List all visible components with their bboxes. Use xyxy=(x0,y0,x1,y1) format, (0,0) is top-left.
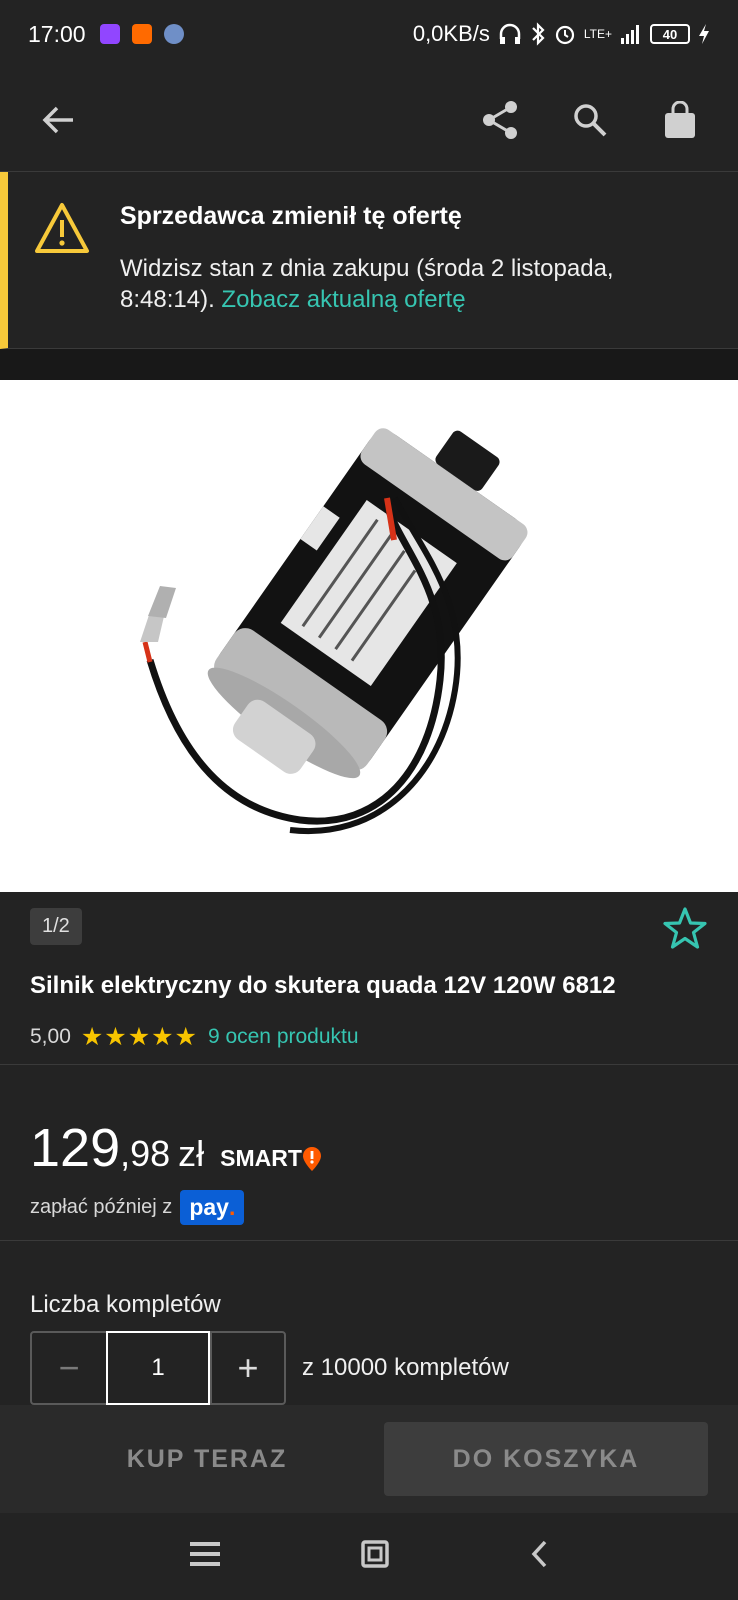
quantity-label: Liczba kompletów xyxy=(30,1291,221,1318)
star-outline-icon xyxy=(663,907,707,949)
add-to-cart-button[interactable]: DO KOSZYKA xyxy=(384,1422,708,1496)
status-bar: 17:00 0,0KB/s LTE+ 40 xyxy=(0,0,738,68)
quantity-section: Liczba kompletów − 1 + z 10000 kompletów xyxy=(0,1241,738,1405)
smart-badge: SMART xyxy=(220,1145,322,1172)
menu-icon xyxy=(190,1542,220,1566)
price: 129 ,98 zł SMART xyxy=(30,1117,322,1179)
pay-logo: pay. xyxy=(180,1190,245,1225)
increase-quantity-button[interactable]: + xyxy=(210,1333,284,1403)
available-quantity: z 10000 kompletów xyxy=(302,1354,509,1381)
share-button[interactable] xyxy=(470,90,530,150)
quantity-stepper: − 1 + xyxy=(30,1331,286,1405)
decrease-quantity-button[interactable]: − xyxy=(32,1333,106,1403)
cart-button[interactable] xyxy=(650,90,710,150)
notice-title: Sprzedawca zmienił tę ofertę xyxy=(120,202,462,230)
status-right: 0,0KB/s LTE+ 40 xyxy=(413,21,710,47)
charging-icon xyxy=(699,24,709,44)
arrow-left-icon xyxy=(42,106,73,133)
image-counter: 1/2 xyxy=(30,908,82,945)
offer-changed-notice: Sprzedawca zmienił tę ofertę Widzisz sta… xyxy=(0,172,738,349)
current-offer-link[interactable]: Zobacz aktualną ofertę xyxy=(221,286,465,313)
pay-dot: . xyxy=(228,1194,236,1220)
search-icon xyxy=(574,103,607,136)
battery-icon: 40 xyxy=(650,24,690,44)
product-title: Silnik elektryczny do skutera quada 12V … xyxy=(30,972,616,999)
smart-label: SMART xyxy=(220,1145,302,1171)
menu-nav-button[interactable] xyxy=(190,1541,220,1572)
section-divider xyxy=(0,349,738,380)
share-icon xyxy=(483,100,517,139)
price-section: 129 ,98 zł SMART zapłać później z pay. xyxy=(0,1065,738,1241)
twitch-notification-icon xyxy=(99,24,120,44)
action-bar: KUP TERAZ DO KOSZYKA xyxy=(0,1405,738,1513)
home-square-icon xyxy=(361,1540,389,1568)
chevron-left-icon xyxy=(531,1540,547,1568)
status-time: 17:00 xyxy=(28,20,86,47)
shopping-bag-icon xyxy=(665,100,695,138)
back-button[interactable] xyxy=(28,90,88,150)
buy-now-button[interactable]: KUP TERAZ xyxy=(30,1445,384,1474)
vpn-notification-icon xyxy=(163,24,184,44)
app-notification-icon xyxy=(131,24,152,44)
network-type: LTE+ xyxy=(583,27,612,41)
price-integer: 129 xyxy=(30,1118,121,1178)
price-currency: zł xyxy=(178,1133,205,1174)
signal-icon xyxy=(621,25,639,44)
rating-value: 5,00 xyxy=(30,1025,71,1048)
product-rating: 5,00 ★★★★★ 9 ocen produktu xyxy=(30,1022,359,1052)
home-nav-button[interactable] xyxy=(360,1539,390,1574)
system-nav-bar xyxy=(0,1513,738,1600)
pay-later[interactable]: zapłać później z pay. xyxy=(30,1190,245,1225)
headphones-icon xyxy=(499,23,521,44)
notice-text: Widzisz stan z dnia zakupu (środa 2 list… xyxy=(120,253,698,315)
top-toolbar xyxy=(0,68,738,172)
product-info: 1/2 Silnik elektryczny do skutera quada … xyxy=(0,892,738,1065)
alarm-icon xyxy=(555,25,574,45)
rating-stars: ★★★★★ xyxy=(80,1023,198,1051)
pay-brand: pay xyxy=(189,1194,229,1220)
network-speed: 0,0KB/s xyxy=(412,21,490,46)
smart-pin-icon xyxy=(302,1146,321,1171)
pay-later-label: zapłać później z xyxy=(30,1196,173,1218)
product-image xyxy=(0,380,738,892)
favorite-button[interactable] xyxy=(662,906,708,955)
bluetooth-icon xyxy=(532,22,545,46)
price-decimal: ,98 xyxy=(120,1133,171,1174)
product-image-gallery[interactable] xyxy=(0,380,738,892)
ratings-link[interactable]: 9 ocen produktu xyxy=(208,1025,359,1049)
warning-icon xyxy=(35,203,89,253)
quantity-input[interactable]: 1 xyxy=(106,1331,210,1405)
search-button[interactable] xyxy=(560,90,620,150)
back-nav-button[interactable] xyxy=(530,1540,548,1573)
